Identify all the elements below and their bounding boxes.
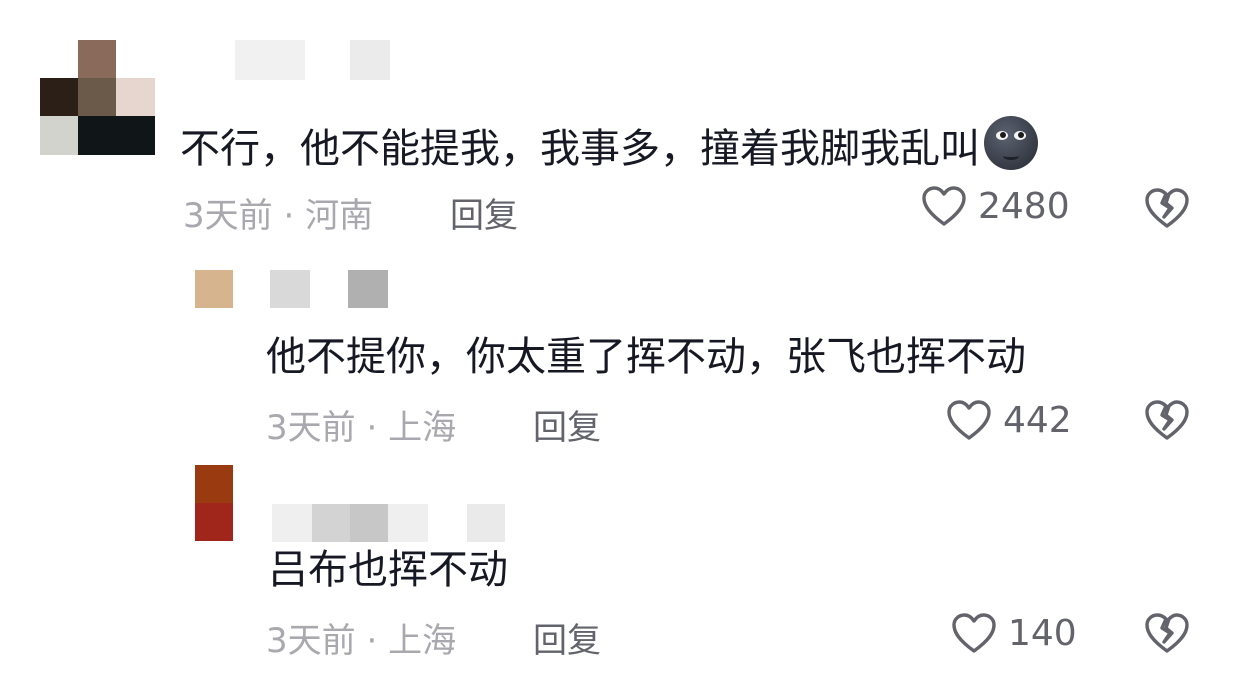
heart-outline-icon — [952, 613, 996, 653]
comment-meta: 3天前 · 上海 — [266, 400, 456, 449]
comment-time: 3天前 — [266, 621, 356, 661]
meta-separator: · — [283, 196, 295, 236]
dislike-button[interactable] — [1143, 186, 1191, 234]
like-button[interactable]: 2480 — [920, 184, 1070, 228]
avatar[interactable] — [40, 40, 155, 155]
meta-separator: · — [366, 621, 378, 661]
comment-location: 上海 — [388, 408, 457, 448]
avatar[interactable] — [195, 270, 233, 308]
new-moon-face-emoji-icon — [984, 116, 1038, 170]
like-button[interactable]: 442 — [945, 398, 1072, 442]
heart-outline-icon — [947, 400, 991, 440]
like-count: 442 — [1003, 399, 1072, 441]
like-count: 140 — [1008, 612, 1077, 654]
like-count: 2480 — [978, 185, 1070, 227]
username-blurred[interactable] — [235, 40, 395, 80]
meta-separator: · — [366, 408, 378, 448]
reply-button[interactable]: 回复 — [533, 613, 601, 662]
username-blurred[interactable] — [272, 504, 507, 542]
avatar[interactable] — [195, 465, 233, 541]
comment-location: 上海 — [388, 621, 457, 661]
broken-heart-icon — [1145, 188, 1189, 228]
like-button[interactable]: 140 — [950, 611, 1077, 655]
dislike-button[interactable] — [1143, 611, 1191, 659]
heart-outline-icon — [922, 186, 966, 226]
broken-heart-icon — [1145, 400, 1189, 440]
comment-text: 吕布也挥不动 — [268, 547, 508, 593]
comment-time: 3天前 — [183, 196, 273, 236]
comment-meta: 3天前 · 河南 — [183, 188, 373, 237]
reply-button[interactable]: 回复 — [450, 188, 518, 237]
comment-text: 不行，他不能提我，我事多，撞着我脚我乱叫 — [180, 116, 1038, 176]
username-blurred[interactable] — [270, 270, 390, 308]
comment-time: 3天前 — [266, 408, 356, 448]
comment-text: 他不提你，你太重了挥不动，张飞也挥不动 — [266, 334, 1026, 380]
dislike-button[interactable] — [1143, 398, 1191, 446]
comment-location: 河南 — [305, 196, 374, 236]
reply-button[interactable]: 回复 — [533, 400, 601, 449]
broken-heart-icon — [1145, 613, 1189, 653]
comment-meta: 3天前 · 上海 — [266, 613, 456, 662]
